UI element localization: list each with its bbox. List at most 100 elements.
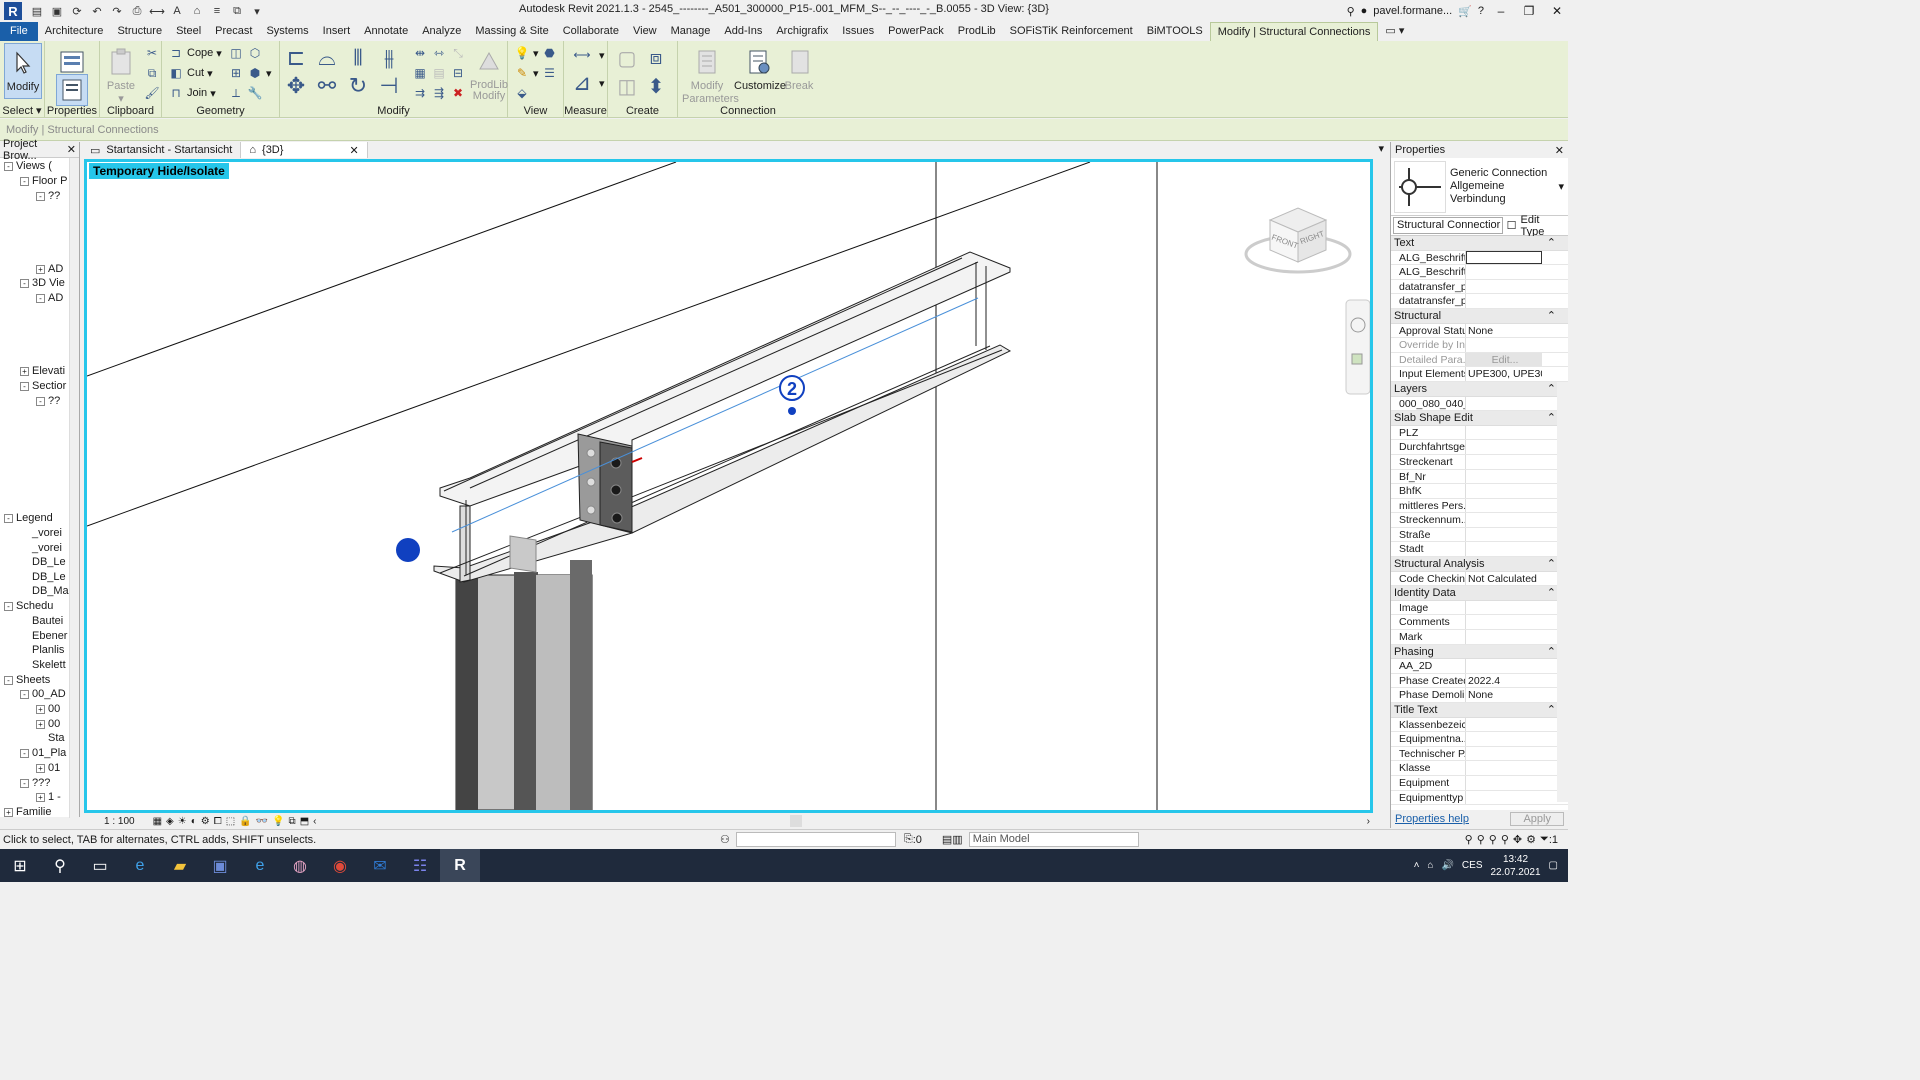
property-value[interactable]	[1466, 718, 1542, 732]
viewcube[interactable]: FRONT RIGHT	[1244, 207, 1352, 274]
property-value[interactable]: None	[1466, 688, 1542, 702]
property-value[interactable]	[1466, 791, 1542, 805]
tree-item[interactable]: Ebener	[20, 629, 67, 643]
tab-steel[interactable]: Steel	[169, 22, 208, 41]
collapse-icon[interactable]: -	[20, 748, 29, 758]
geometry-tools-row1[interactable]: ◫ ⬡	[228, 45, 263, 61]
prodlib-modify-button[interactable]: ProdLib Modify	[468, 43, 510, 102]
network-icon[interactable]: ⌂	[1427, 860, 1433, 871]
property-value[interactable]	[1466, 440, 1542, 454]
modify-small-row2[interactable]: ▦ ▤ ⊟	[412, 65, 466, 81]
redo-icon[interactable]: ↷	[108, 2, 126, 20]
workset-select[interactable]	[735, 832, 896, 847]
rotate-icon[interactable]: ↻	[344, 73, 372, 99]
expand-icon[interactable]: +	[36, 763, 45, 773]
user-icon[interactable]: ●	[1361, 5, 1368, 17]
hide-isolate-icon[interactable]: 👓	[256, 816, 268, 827]
tree-item[interactable]: - AD	[36, 291, 63, 305]
apply-button[interactable]: Apply	[1510, 812, 1564, 826]
property-value[interactable]	[1466, 426, 1542, 440]
scroll-left-icon[interactable]: ‹	[313, 816, 316, 827]
property-value[interactable]	[1466, 338, 1542, 352]
tree-item[interactable]: -01_Pla	[20, 746, 66, 760]
property-value[interactable]	[1466, 630, 1542, 644]
tree-item[interactable]: - Schedu	[4, 599, 53, 613]
properties-scrollbar[interactable]	[1557, 382, 1568, 802]
property-value[interactable]	[1466, 732, 1542, 746]
expand-icon[interactable]: +	[36, 264, 45, 274]
visual-style-icon[interactable]: ◈	[166, 816, 174, 827]
property-value[interactable]	[1466, 250, 1542, 265]
align-icon[interactable]: ⊏	[282, 45, 310, 71]
tab-powerpack[interactable]: PowerPack	[881, 22, 951, 41]
view-scale[interactable]: 1 : 100	[104, 816, 135, 827]
tree-item[interactable]: Sta	[36, 731, 65, 745]
modify-parameters-button[interactable]: Modify Parameters	[682, 43, 739, 106]
volume-icon[interactable]: 🔊	[1441, 860, 1453, 871]
property-value[interactable]	[1466, 615, 1542, 629]
view-tools-row1[interactable]: 💡 ▾ ⬣	[514, 45, 558, 61]
select-pinned-icon[interactable]: ⚲	[1489, 833, 1497, 846]
property-group-header[interactable]: Structural Analysis ⌃	[1391, 557, 1568, 572]
tree-item[interactable]: DB_Le	[20, 555, 66, 569]
property-value[interactable]	[1466, 280, 1542, 294]
tree-item[interactable]: Skelett	[20, 658, 66, 672]
reveal-hidden-icon[interactable]: 💡	[272, 816, 284, 827]
app-icon[interactable]: ◍	[280, 849, 320, 882]
tab-view[interactable]: View	[626, 22, 664, 41]
tree-item[interactable]: _vorei	[20, 541, 62, 555]
tree-item[interactable]: -??	[36, 394, 60, 408]
property-value[interactable]	[1466, 470, 1542, 484]
select-by-face-icon[interactable]: ⚲	[1501, 833, 1509, 846]
break-button[interactable]: Break	[784, 43, 814, 92]
binoculars-icon[interactable]: ⚲	[1347, 5, 1355, 18]
property-value[interactable]	[1466, 294, 1542, 308]
tree-item[interactable]: - Legend	[4, 511, 53, 525]
notifications-icon[interactable]: ▢	[1549, 860, 1558, 871]
tree-item[interactable]: - Sheets	[4, 673, 50, 687]
tab-massing-site[interactable]: Massing & Site	[468, 22, 555, 41]
property-group-header[interactable]: Text ⌃	[1391, 236, 1568, 251]
move-icon[interactable]: ✥	[282, 73, 310, 99]
select-dropdown[interactable]: Select ▾	[0, 104, 44, 117]
measure-distance-icon[interactable]: ⟷ ▾	[568, 47, 604, 63]
analytical-model-icon[interactable]: ⧉	[289, 816, 296, 827]
tab-architecture[interactable]: Architecture	[38, 22, 111, 41]
tab-analyze[interactable]: Analyze	[415, 22, 468, 41]
background-process-icon[interactable]: ⚙	[1526, 833, 1536, 846]
property-value[interactable]	[1466, 542, 1542, 556]
property-value[interactable]	[1466, 776, 1542, 790]
create-group-icon[interactable]: ◫	[614, 73, 640, 99]
collapse-icon[interactable]: -	[20, 278, 29, 288]
property-value[interactable]: Edit...	[1466, 352, 1542, 367]
property-group-header[interactable]: Layers ⌃	[1391, 381, 1568, 397]
tree-item[interactable]: +1 -	[36, 790, 61, 804]
property-value[interactable]: None	[1466, 324, 1542, 338]
switch-windows-icon[interactable]: ⧉	[228, 2, 246, 20]
close-button[interactable]: ✕	[1546, 4, 1568, 18]
copy-icon[interactable]: ⧉	[144, 65, 160, 81]
customize-qat-icon[interactable]: ▾	[248, 2, 266, 20]
property-value[interactable]	[1466, 513, 1542, 527]
expand-icon[interactable]: +	[36, 719, 45, 729]
sun-path-icon[interactable]: ☀	[178, 816, 187, 827]
drag-elements-icon[interactable]: ✥	[1513, 833, 1522, 846]
tab-file[interactable]: File	[0, 22, 38, 41]
edit-type-button[interactable]: Edit Type	[1521, 214, 1567, 238]
view-tools-row3[interactable]: ⬙	[514, 85, 530, 101]
tab-startansicht[interactable]: ▭ Startansicht - Startansicht	[82, 142, 242, 158]
property-value[interactable]	[1466, 265, 1542, 279]
edit-type-icon[interactable]: ☐	[1507, 219, 1517, 232]
collapse-icon[interactable]: -	[4, 675, 13, 685]
file-explorer-icon[interactable]: ▰	[160, 849, 200, 882]
close-icon[interactable]: ✕	[1555, 144, 1564, 157]
outlook-icon[interactable]: ✉	[360, 849, 400, 882]
help-icon[interactable]: ?	[1478, 5, 1484, 17]
join-button[interactable]: ⊓ Join ▾	[168, 85, 215, 101]
tree-item[interactable]: +00	[36, 717, 60, 731]
property-group-header[interactable]: Identity Data ⌃	[1391, 586, 1568, 601]
tab-modify-structural-connections[interactable]: Modify | Structural Connections	[1209, 22, 1379, 41]
property-value[interactable]	[1466, 455, 1542, 469]
model-graphics[interactable]: 2 FRONT RIGHT	[87, 162, 1370, 810]
windows-start-icon[interactable]: ⊞	[0, 849, 40, 882]
